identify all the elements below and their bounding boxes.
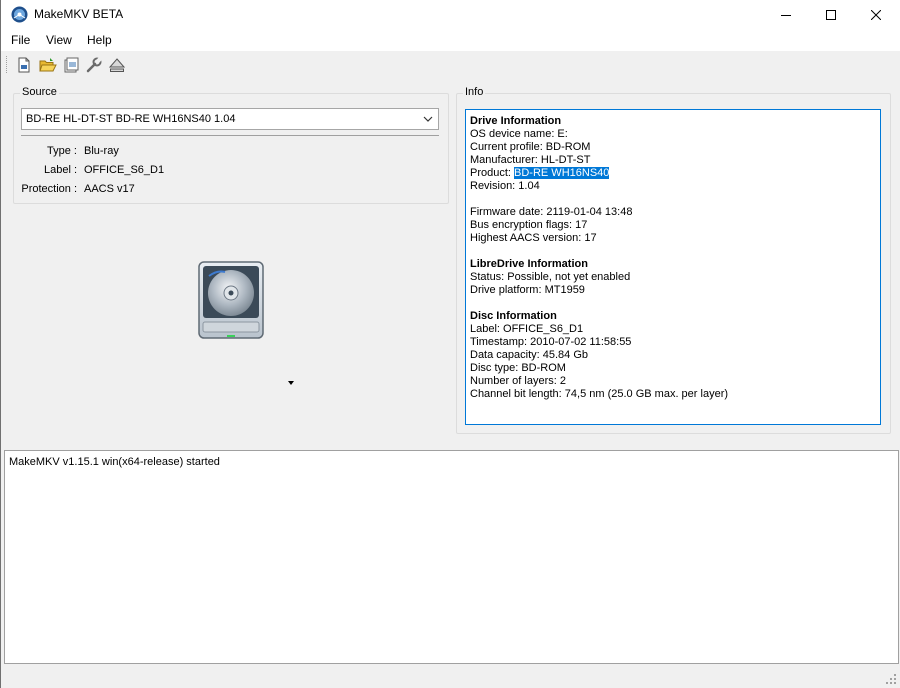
disc-layers-line: Number of layers: 2 <box>470 375 566 387</box>
label-value: OFFICE_S6_D1 <box>84 164 165 176</box>
disc-label-line: Label: OFFICE_S6_D1 <box>470 323 584 335</box>
current-profile-line: Current profile: BD-ROM <box>470 141 591 153</box>
highest-aacs-line: Highest AACS version: 17 <box>470 232 597 244</box>
close-button[interactable] <box>853 0 899 30</box>
log-line: MakeMKV v1.15.1 win(x64-release) started <box>9 456 220 468</box>
drive-platform-line: Drive platform: MT1959 <box>470 284 585 296</box>
status-bar <box>1 664 900 688</box>
close-icon <box>871 10 881 20</box>
channel-bit-length-line: Channel bit length: 74,5 nm (25.0 GB max… <box>470 388 729 400</box>
protection-label: Protection : <box>21 183 77 195</box>
libredrive-info-heading: LibreDrive Information <box>470 258 588 270</box>
chevron-down-icon <box>423 116 433 122</box>
label-label: Label : <box>43 164 77 176</box>
info-group-label: Info <box>463 86 486 98</box>
backup-button[interactable] <box>61 55 81 74</box>
maximize-icon <box>826 10 836 20</box>
toolbar-grip[interactable] <box>6 56 9 73</box>
type-value: Blu-ray <box>84 145 119 157</box>
eject-button[interactable] <box>107 55 127 74</box>
window-title: MakeMKV BETA <box>34 7 124 21</box>
protection-value: AACS v17 <box>84 183 135 195</box>
menu-file[interactable]: File <box>11 33 30 47</box>
type-label: Type : <box>47 145 77 157</box>
menu-bar: File View Help <box>1 30 900 51</box>
drive-select[interactable]: BD-RE HL-DT-ST BD-RE WH16NS40 1.04 <box>21 108 439 130</box>
product-value-selected[interactable]: BD-RE WH16NS40 <box>514 167 610 179</box>
libredrive-status-line: Status: Possible, not yet enabled <box>470 271 631 283</box>
open-files-icon <box>18 57 30 72</box>
manufacturer-line: Manufacturer: HL-DT-ST <box>470 154 591 166</box>
disc-timestamp-line: Timestamp: 2010-07-02 11:58:55 <box>470 336 632 348</box>
menu-help[interactable]: Help <box>87 33 112 47</box>
source-group-label: Source <box>20 86 59 98</box>
minimize-button[interactable] <box>763 0 809 30</box>
disc-capacity-line: Data capacity: 45.84 Gb <box>470 349 589 361</box>
open-files-button[interactable] <box>14 55 34 74</box>
open-folder-button[interactable] <box>38 55 58 74</box>
product-line: Product: BD-RE WH16NS40 <box>470 167 610 179</box>
info-text-panel[interactable]: Drive Information OS device name: E: Cur… <box>465 109 881 425</box>
product-label: Product: <box>470 167 515 179</box>
open-folder-icon <box>39 57 57 71</box>
settings-button[interactable] <box>84 55 104 74</box>
os-device-line: OS device name: E: <box>470 128 568 140</box>
firmware-date-line: Firmware date: 2119-01-04 13:48 <box>470 206 633 218</box>
bus-encryption-line: Bus encryption flags: 17 <box>470 219 588 231</box>
backup-icon <box>64 57 79 72</box>
drive-menu-arrow-icon[interactable] <box>288 381 294 385</box>
settings-icon <box>86 56 102 72</box>
title-bar[interactable]: MakeMKV BETA <box>1 0 900 30</box>
log-panel[interactable]: MakeMKV v1.15.1 win(x64-release) started <box>4 450 899 664</box>
resize-grip-icon[interactable] <box>886 674 896 684</box>
main-window: MakeMKV BETA File View Help Source BD-RE… <box>0 0 900 688</box>
bluray-drive-icon[interactable] <box>197 260 265 342</box>
eject-icon <box>109 57 125 72</box>
source-divider <box>21 135 439 136</box>
disc-info-heading: Disc Information <box>470 310 557 322</box>
minimize-icon <box>781 15 791 16</box>
makemkv-app-icon <box>11 6 28 23</box>
toolbar <box>1 51 900 78</box>
drive-info-heading: Drive Information <box>470 115 562 127</box>
menu-view[interactable]: View <box>46 33 72 47</box>
maximize-button[interactable] <box>808 0 854 30</box>
revision-line: Revision: 1.04 <box>470 180 540 192</box>
drive-select-value: BD-RE HL-DT-ST BD-RE WH16NS40 1.04 <box>26 113 236 125</box>
disc-type-line: Disc type: BD-ROM <box>470 362 566 374</box>
